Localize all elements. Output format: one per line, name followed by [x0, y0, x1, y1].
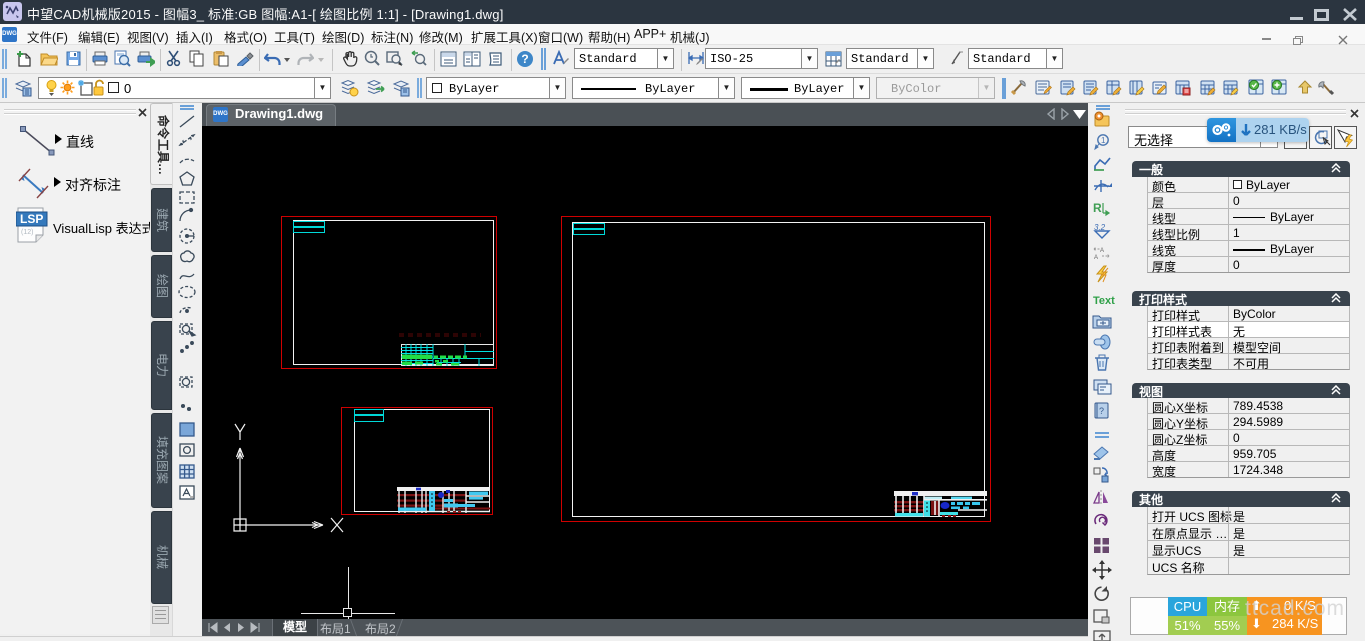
svg-text:A: A — [1094, 255, 1098, 261]
svg-text:A: A — [1100, 248, 1104, 254]
svg-text:LSP: LSP — [20, 212, 43, 226]
svg-text:Text: Text — [1093, 295, 1115, 307]
svg-text:?: ? — [1099, 406, 1104, 416]
svg-text:(12): (12) — [21, 229, 33, 236]
svg-text:1: 1 — [1101, 136, 1106, 145]
svg-text:R: R — [1093, 201, 1102, 215]
